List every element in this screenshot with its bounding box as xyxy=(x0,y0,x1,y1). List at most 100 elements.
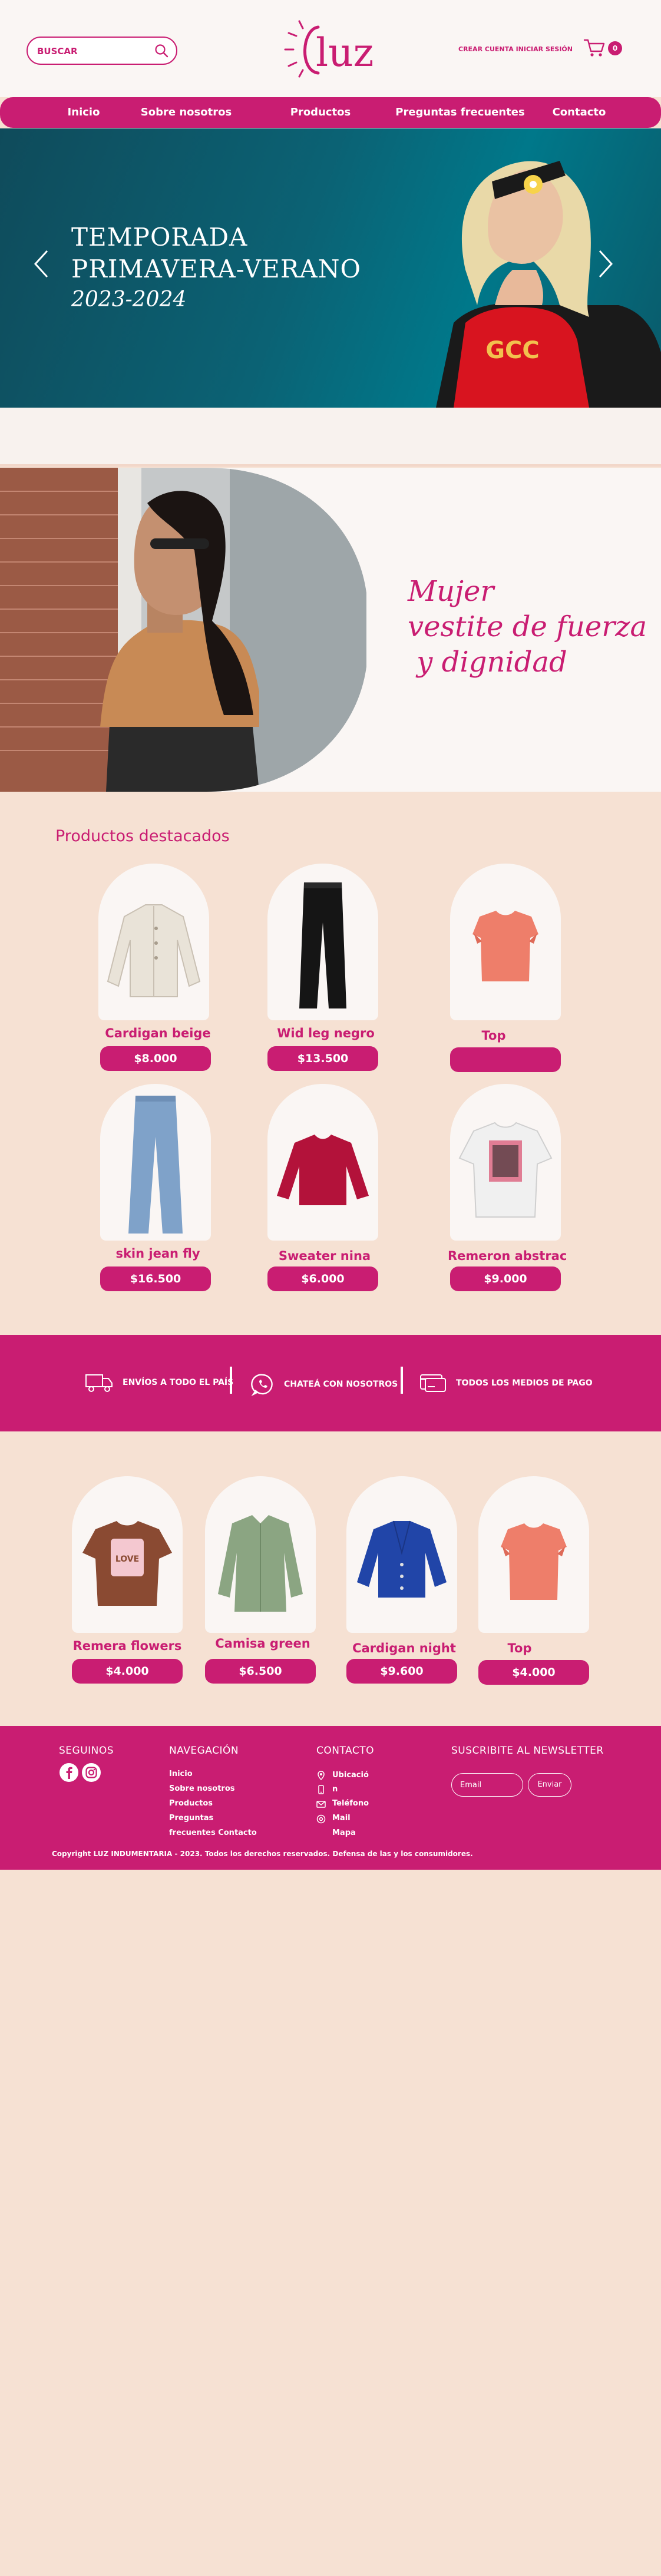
footer-follow-title: SEGUINOS xyxy=(59,1745,114,1757)
product-image-camisa-green[interactable] xyxy=(205,1476,316,1633)
product-image-cardigan-beige[interactable] xyxy=(98,864,209,1020)
benefit-shipping: ENVÍOS A TODO EL PAÍS xyxy=(85,1373,233,1393)
credit-card-icon xyxy=(420,1374,446,1392)
search-box[interactable]: BUSCAR xyxy=(27,37,177,65)
tshirt-icon xyxy=(458,1122,553,1218)
nav-item-productos[interactable]: Productos xyxy=(290,106,351,118)
hero-title-line-1: TEMPORADA xyxy=(71,223,248,252)
product-name[interactable]: Remeron abstrac xyxy=(448,1249,567,1263)
cardigan-icon xyxy=(357,1520,447,1598)
footer-link[interactable]: Preguntas xyxy=(169,1814,213,1823)
footer-link[interactable]: Inicio xyxy=(169,1770,193,1778)
site-footer: SEGUINOS NAVEGACIÓN Inicio Sobre nosotro… xyxy=(0,1726,661,1870)
product-name[interactable]: Top xyxy=(435,1029,553,1043)
product-price-button[interactable]: $6.500 xyxy=(205,1659,316,1684)
product-price-button[interactable]: $6.000 xyxy=(267,1266,378,1291)
about-tagline: Mujer vestite de fuerza y dignidad xyxy=(408,574,647,680)
about-section: Mujer vestite de fuerza y dignidad xyxy=(0,468,661,792)
product-name[interactable]: Wid leg negro xyxy=(267,1026,385,1040)
chevron-left-icon[interactable] xyxy=(31,246,52,282)
product-price-button[interactable]: $13.500 xyxy=(267,1046,378,1071)
benefit-label: TODOS LOS MEDIOS DE PAGO xyxy=(456,1378,593,1388)
product-price-button[interactable]: $4.000 xyxy=(72,1659,183,1684)
product-image-wid-leg-negro[interactable] xyxy=(267,864,378,1020)
truck-icon xyxy=(85,1374,113,1392)
nav-item-contacto[interactable]: Contacto xyxy=(553,106,606,118)
footer-newsletter-title: SUSCRIBITE AL NEWSLETTER xyxy=(451,1745,604,1757)
product-image-remera-flowers[interactable]: LOVE xyxy=(72,1476,183,1633)
shirt-icon xyxy=(218,1515,303,1612)
contact-item[interactable]: Mapa xyxy=(332,1828,356,1837)
product-image-remeron-abstrac[interactable] xyxy=(450,1084,561,1241)
nav-item-inicio[interactable]: Inicio xyxy=(68,106,100,118)
product-name[interactable]: Cardigan beige xyxy=(99,1026,217,1040)
product-price-button[interactable] xyxy=(450,1047,561,1072)
product-image-sweater-nina[interactable] xyxy=(267,1084,378,1241)
sweater-icon xyxy=(277,1135,369,1205)
contact-item[interactable]: Mail xyxy=(332,1814,351,1823)
product-image-top[interactable] xyxy=(478,1476,589,1633)
nav-item-preguntas-frecuentes[interactable]: Preguntas frecuentes xyxy=(395,106,524,118)
facebook-icon[interactable] xyxy=(59,1762,79,1783)
instagram-icon[interactable] xyxy=(81,1762,101,1783)
site-header: BUSCAR luz CREAR CUENTA INICIAR SESIÓN 0 xyxy=(0,0,661,97)
main-nav: Inicio Sobre nosotros Productos Pregunta… xyxy=(0,97,661,128)
footer-link[interactable]: Sobre nosotros xyxy=(169,1784,235,1793)
about-line-1: Mujer xyxy=(408,575,494,608)
spacer-band xyxy=(0,408,661,467)
trousers-icon xyxy=(299,882,346,1008)
top-icon xyxy=(472,911,538,981)
newsletter-send-button[interactable]: Enviar xyxy=(528,1773,571,1797)
product-name[interactable]: Camisa green xyxy=(204,1636,322,1651)
account-links[interactable]: CREAR CUENTA INICIAR SESIÓN xyxy=(458,45,573,53)
logo[interactable]: luz xyxy=(282,14,382,85)
divider xyxy=(230,1367,232,1394)
featured-products-section: Productos destacados Cardigan beige $8.0… xyxy=(0,792,661,1335)
product-price-button[interactable]: $4.000 xyxy=(478,1660,589,1685)
mail-icon xyxy=(316,1801,326,1808)
product-price-button[interactable]: $9.600 xyxy=(346,1659,457,1684)
footer-nav-title: NAVEGACIÓN xyxy=(169,1745,239,1757)
newsletter-email-input[interactable] xyxy=(451,1773,523,1797)
search-icon[interactable] xyxy=(154,43,169,58)
product-image-cardigan-night[interactable] xyxy=(346,1476,457,1633)
search-label: BUSCAR xyxy=(37,46,78,57)
footer-contact-title: CONTACTO xyxy=(316,1745,374,1757)
product-name[interactable]: Remera flowers xyxy=(68,1639,186,1653)
cardigan-icon xyxy=(107,904,201,997)
product-price-button[interactable]: $9.000 xyxy=(450,1266,561,1291)
chevron-right-icon[interactable] xyxy=(595,246,616,282)
copyright-text: Copyright LUZ INDUMENTARIA - 2023. Todos… xyxy=(52,1850,473,1858)
cart-count-badge: 0 xyxy=(608,41,622,55)
product-name[interactable]: skin jean fly xyxy=(99,1246,217,1261)
benefit-label: CHATEÁ CON NOSOTROS xyxy=(284,1380,398,1389)
product-price-button[interactable]: $16.500 xyxy=(100,1266,211,1291)
cart-icon[interactable] xyxy=(583,38,606,58)
hero-model-image: GCC xyxy=(436,161,661,408)
contact-item[interactable]: Ubicació xyxy=(332,1771,369,1780)
benefit-chat[interactable]: CHATEÁ CON NOSOTROS xyxy=(251,1373,398,1396)
logo-text: luz xyxy=(316,30,374,75)
nav-item-sobre-nosotros[interactable]: Sobre nosotros xyxy=(141,106,232,118)
benefit-payments: TODOS LOS MEDIOS DE PAGO xyxy=(419,1373,593,1394)
benefit-label: ENVÍOS A TODO EL PAÍS xyxy=(123,1378,234,1387)
product-image-skin-jean-fly[interactable] xyxy=(100,1084,211,1241)
product-name[interactable]: Cardigan night xyxy=(345,1641,463,1655)
about-model-image xyxy=(0,468,366,792)
hero-title-line-2: PRIMAVERA-VERANO xyxy=(71,254,361,283)
product-name[interactable]: Sweater nina xyxy=(266,1249,384,1263)
footer-link[interactable]: Productos xyxy=(169,1799,213,1808)
product-name[interactable]: Top xyxy=(461,1641,579,1655)
about-line-2: vestite de fuerza xyxy=(408,610,647,643)
about-line-3: y dignidad xyxy=(408,646,567,679)
svg-text:GCC: GCC xyxy=(485,337,540,364)
divider xyxy=(401,1367,403,1394)
at-icon xyxy=(316,1814,326,1824)
location-icon xyxy=(318,1771,325,1780)
contact-item[interactable]: Teléfono xyxy=(332,1799,369,1808)
product-price-button[interactable]: $8.000 xyxy=(100,1046,211,1071)
svg-text:LOVE: LOVE xyxy=(115,1555,139,1564)
product-image-top[interactable] xyxy=(450,864,561,1020)
section-title: Productos destacados xyxy=(55,827,230,845)
footer-link[interactable]: frecuentes Contacto xyxy=(169,1828,257,1837)
